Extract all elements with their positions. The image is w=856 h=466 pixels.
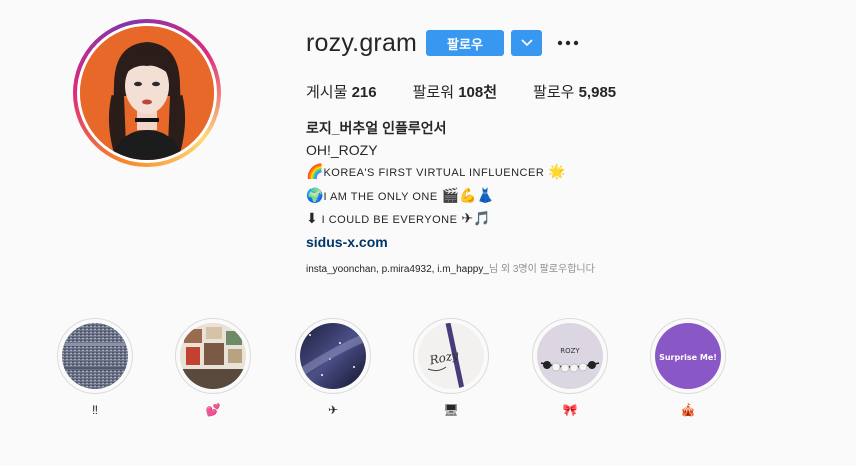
following-count[interactable]: 5,985 <box>579 84 617 101</box>
profile-bio: 로지_버추얼 인플루언서 OH!_ROZY 🌈KOREA'S FIRST VIR… <box>306 118 566 253</box>
rainbow-icon: 🌈 <box>306 163 324 179</box>
bio-line-2-text: KOREA'S FIRST VIRTUAL INFLUENCER <box>323 167 545 179</box>
followers-count[interactable]: 108천 <box>458 84 497 101</box>
highlight-item[interactable]: ✈ <box>293 318 373 419</box>
highlight-label: 🖥 <box>443 403 459 417</box>
static-noise-icon <box>62 323 128 389</box>
rozy-beads-icon: ROZY <box>537 323 603 389</box>
avatar-portrait-icon <box>80 26 214 160</box>
clapper-muscle-dress-icons: 🎬💪👗 <box>441 186 494 203</box>
rozy-sketch-icon: Rozy <box>418 323 484 389</box>
bio-full-name: 로지_버추얼 인플루언서 <box>306 120 447 136</box>
profile-username: rozy.gram <box>306 29 418 57</box>
airplane-music-icons: ✈🎵 <box>461 210 491 226</box>
highlight-ring[interactable] <box>57 318 133 394</box>
highlight-ring[interactable] <box>175 318 251 394</box>
highlight-cover[interactable]: ROZY <box>537 323 603 389</box>
highlight-label: 🎪 <box>680 403 696 417</box>
highlight-label: ‼ <box>92 403 98 417</box>
bio-line-2: 🌈KOREA'S FIRST VIRTUAL INFLUENCER 🌟 <box>306 161 566 185</box>
room-photos-icon <box>180 323 246 389</box>
following-stat[interactable]: 팔로우 5,985 <box>533 81 616 102</box>
suggested-accounts-dropdown-button[interactable] <box>511 30 542 56</box>
bio-line-4: ⬇ I COULD BE EVERYONE ✈🎵 <box>306 208 566 232</box>
followed-by-names[interactable]: insta_yoonchan, p.mira4932, i.m_happy_ <box>306 264 489 275</box>
followers-stat[interactable]: 팔로워 108천 <box>413 81 497 102</box>
follow-button[interactable]: 팔로우 <box>426 30 504 56</box>
surprise-text: Surprise Me! <box>659 353 717 362</box>
more-options-button[interactable] <box>556 33 580 53</box>
followed-by-suffix[interactable]: 님 외 3명이 팔로우합니다 <box>489 264 595 275</box>
profile-stats: 게시물 216 팔로워 108천 팔로우 5,985 <box>306 81 652 102</box>
following-label[interactable]: 팔로우 <box>533 84 574 101</box>
posts-label: 게시물 <box>306 84 348 101</box>
highlight-cover[interactable] <box>180 323 246 389</box>
bio-line-3: 🌍I AM THE ONLY ONE 🎬💪👗 <box>306 185 566 209</box>
galaxy-icon <box>300 323 366 389</box>
highlight-item[interactable]: ‼ <box>55 318 135 419</box>
down-arrow-icon: ⬇ <box>306 210 318 226</box>
highlight-item[interactable]: ROZY 🎀 <box>530 318 610 419</box>
chevron-down-icon <box>520 39 533 47</box>
story-highlights: ‼ 💕 ✈ Rozy 🖥 ROZY 🎀 Surprise Me! 🎪 <box>0 318 856 428</box>
bio-line-4-text: I COULD BE EVERYONE <box>321 214 458 226</box>
highlight-ring[interactable]: Surprise Me! <box>650 318 726 394</box>
posts-stat: 게시물 216 <box>306 81 377 102</box>
posts-count: 216 <box>351 84 377 101</box>
followed-by-text[interactable]: insta_yoonchan, p.mira4932, i.m_happy_님 … <box>306 260 595 275</box>
highlight-item[interactable]: Rozy 🖥 <box>411 318 491 419</box>
profile-avatar-border <box>77 23 217 163</box>
ellipsis-icon <box>557 40 579 46</box>
profile-avatar-ring[interactable] <box>73 19 221 167</box>
bio-line-3-text: I AM THE ONLY ONE <box>323 190 438 203</box>
highlight-ring[interactable]: Rozy <box>413 318 489 394</box>
highlight-ring[interactable] <box>295 318 371 394</box>
surprise-me-icon: Surprise Me! <box>655 323 721 389</box>
profile-avatar <box>80 26 214 160</box>
beads-text: ROZY <box>560 347 580 355</box>
highlight-label: 💕 <box>205 403 221 417</box>
glowing-star-icon: 🌟 <box>548 163 566 179</box>
highlight-item[interactable]: Surprise Me! 🎪 <box>648 318 728 419</box>
highlight-cover[interactable]: Rozy <box>418 323 484 389</box>
highlight-label: ✈ <box>327 403 339 417</box>
followers-label[interactable]: 팔로워 <box>413 84 454 101</box>
bio-website-link[interactable]: sidus-x.com <box>306 232 566 254</box>
bio-line-1: OH!_ROZY <box>306 141 378 158</box>
highlight-item[interactable]: 💕 <box>173 318 253 419</box>
highlight-label: 🎀 <box>562 403 578 417</box>
highlight-ring[interactable]: ROZY <box>532 318 608 394</box>
highlight-cover[interactable] <box>300 323 366 389</box>
highlight-cover[interactable] <box>62 323 128 389</box>
globe-icon: 🌍 <box>306 186 324 203</box>
highlight-cover[interactable]: Surprise Me! <box>655 323 721 389</box>
